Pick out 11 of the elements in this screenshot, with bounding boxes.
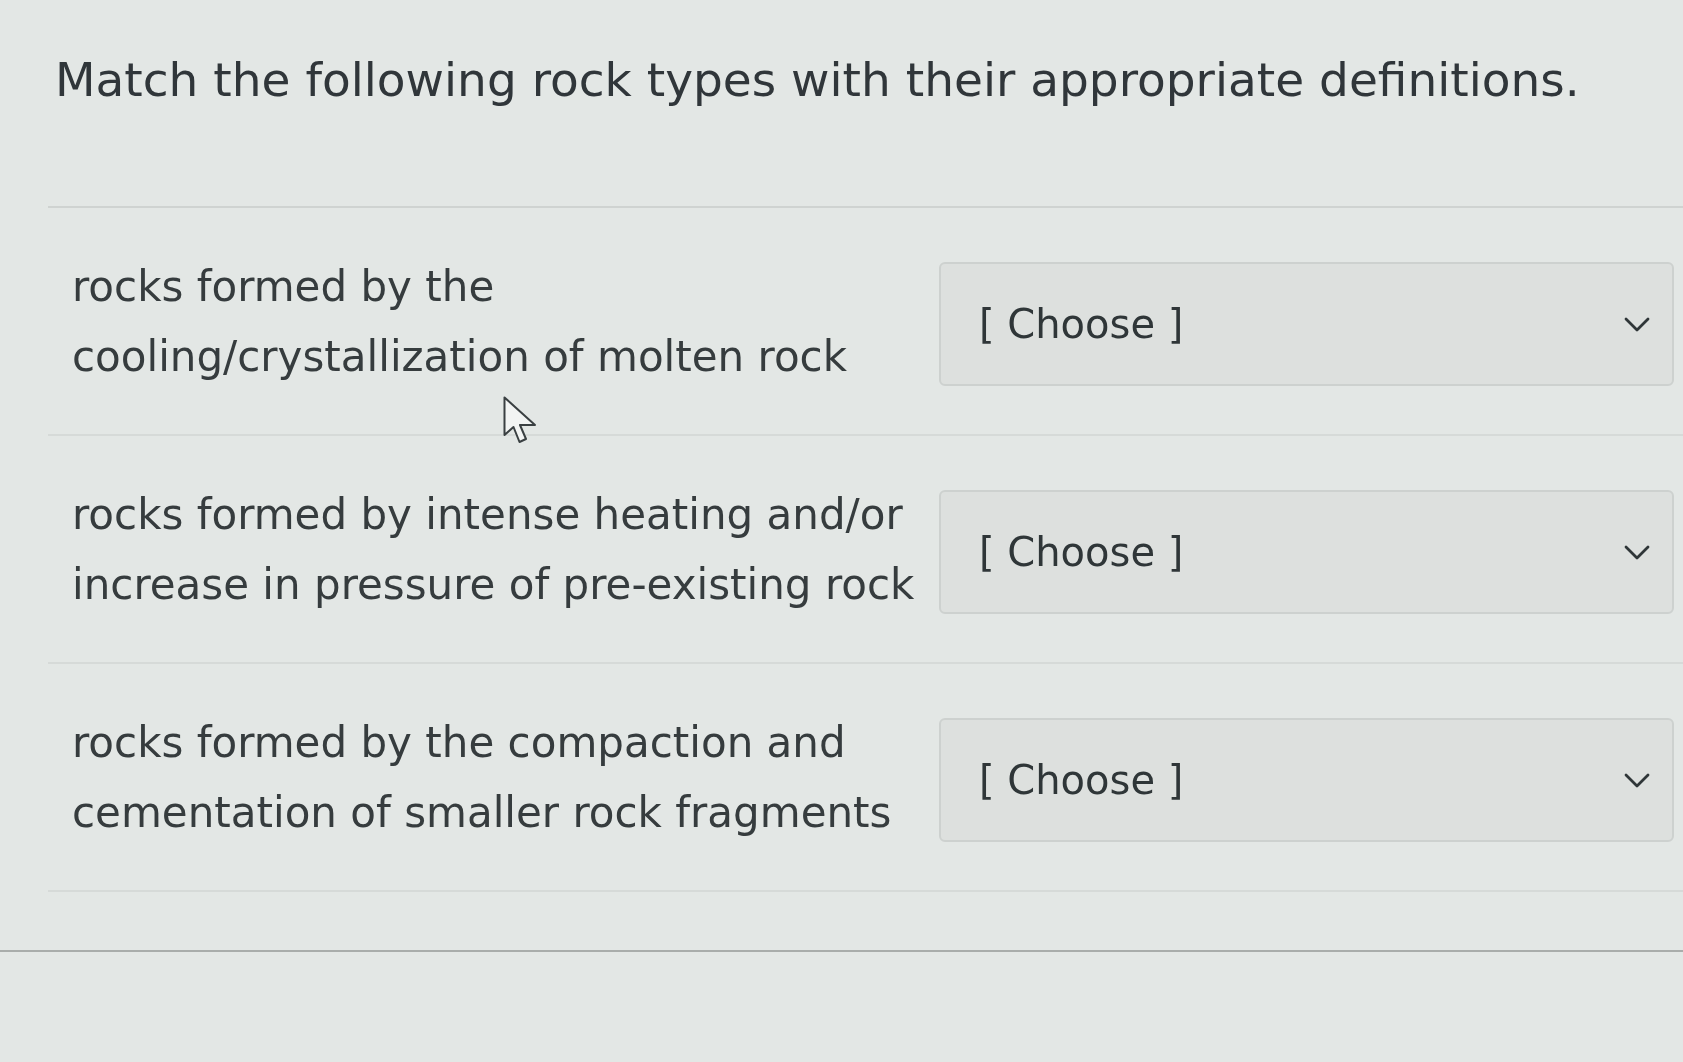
choice-dropdown[interactable]: [ Choose ] (939, 718, 1674, 842)
choice-dropdown[interactable]: [ Choose ] (939, 262, 1674, 386)
definition-text: rocks formed by intense heating and/or increase in pressure of pre-existing rock (72, 489, 916, 611)
chevron-down-icon (1624, 544, 1650, 560)
chevron-down-icon (1624, 772, 1650, 788)
definition-text: rocks formed by the cooling/crystallization of molten rock (72, 261, 848, 383)
chevron-down-icon (1624, 316, 1650, 332)
choice-dropdown[interactable]: [ Choose ] (939, 490, 1674, 614)
question-prompt: Match the following rock types with their appropriate definitions. (54, 51, 1581, 109)
mouse-pointer-icon (503, 396, 539, 446)
definition-text: rocks formed by the compaction and cementation of smaller rock fragments (72, 717, 893, 839)
